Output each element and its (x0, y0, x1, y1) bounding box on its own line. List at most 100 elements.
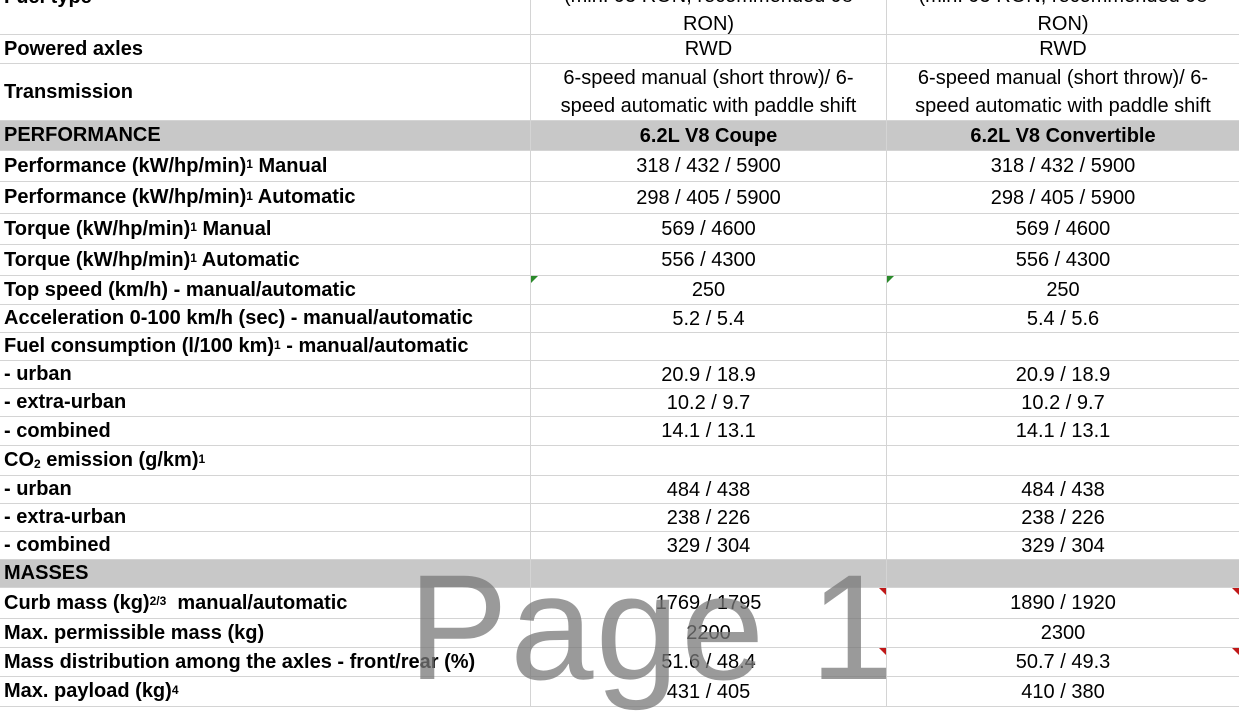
convertible-cell[interactable]: (min. 95 RON, recommended 98 RON) (887, 0, 1239, 34)
table-row-curb-mass[interactable]: Curb mass (kg) 2/3 manual/automatic 1769 … (0, 588, 1239, 619)
coupe-cell[interactable]: 5.2 / 5.4 (531, 305, 887, 332)
row-label[interactable]: Torque (kW/hp/min) 1 Automatic (0, 245, 531, 275)
coupe-cell[interactable]: 10.2 / 9.7 (531, 389, 887, 416)
table-row-performance-automatic[interactable]: Performance (kW/hp/min) 1 Automatic 298 /… (0, 182, 1239, 214)
row-label[interactable]: Top speed (km/h) - manual/automatic (0, 276, 531, 304)
section-label-text: PERFORMANCE (4, 124, 161, 146)
row-label[interactable]: Max. payload (kg) 4 (0, 677, 531, 706)
coupe-cell[interactable]: 51.6 / 48.4 (531, 648, 887, 676)
convertible-cell[interactable]: 410 / 380 (887, 677, 1239, 706)
convertible-cell[interactable] (887, 333, 1239, 360)
row-label[interactable]: Max. permissible mass (kg) (0, 619, 531, 647)
row-label[interactable]: Torque (kW/hp/min) 1 Manual (0, 214, 531, 244)
convertible-cell[interactable] (887, 446, 1239, 475)
spreadsheet: Fuel type (min. 95 RON, recommended 98 R… (0, 0, 1239, 707)
row-label[interactable]: Powered axles (0, 35, 531, 63)
section-label[interactable]: PERFORMANCE (0, 121, 531, 150)
table-row-top-speed[interactable]: Top speed (km/h) - manual/automatic 250 … (0, 276, 1239, 305)
convertible-cell[interactable]: 5.4 / 5.6 (887, 305, 1239, 332)
convertible-cell[interactable]: 318 / 432 / 5900 (887, 151, 1239, 181)
table-row-acceleration[interactable]: Acceleration 0-100 km/h (sec) - manual/a… (0, 305, 1239, 333)
table-row-fuel-extra-urban[interactable]: - extra-urban 10.2 / 9.7 10.2 / 9.7 (0, 389, 1239, 417)
coupe-cell[interactable]: (min. 95 RON, recommended 98 RON) (531, 0, 887, 34)
row-label[interactable]: Fuel type (0, 0, 531, 34)
coupe-cell[interactable]: 556 / 4300 (531, 245, 887, 275)
convertible-cell[interactable]: 484 / 438 (887, 476, 1239, 503)
row-label[interactable]: - combined (0, 532, 531, 559)
coupe-cell[interactable]: 14.1 / 13.1 (531, 417, 887, 445)
convertible-cell[interactable]: 2300 (887, 619, 1239, 647)
section-header-performance[interactable]: PERFORMANCE 6.2L V8 Coupe 6.2L V8 Conver… (0, 121, 1239, 151)
coupe-cell[interactable]: 298 / 405 / 5900 (531, 182, 887, 213)
comment-indicator-icon[interactable] (1232, 588, 1239, 595)
table-row-powered-axles[interactable]: Powered axles RWD RWD (0, 35, 1239, 64)
coupe-cell[interactable] (531, 446, 887, 475)
convertible-cell[interactable]: 10.2 / 9.7 (887, 389, 1239, 416)
convertible-cell[interactable] (887, 560, 1239, 587)
table-row-fuel-type[interactable]: Fuel type (min. 95 RON, recommended 98 R… (0, 0, 1239, 35)
convertible-cell[interactable]: 329 / 304 (887, 532, 1239, 559)
table-row-co2-urban[interactable]: - urban 484 / 438 484 / 438 (0, 476, 1239, 504)
row-label[interactable]: - extra-urban (0, 389, 531, 416)
row-label[interactable]: - urban (0, 476, 531, 503)
comment-indicator-icon[interactable] (879, 588, 886, 595)
coupe-column-header[interactable]: 6.2L V8 Coupe (531, 121, 887, 150)
coupe-cell[interactable]: 250 (531, 276, 887, 304)
coupe-cell[interactable]: 329 / 304 (531, 532, 887, 559)
table-row-max-permissible-mass[interactable]: Max. permissible mass (kg) 2200 2300 (0, 619, 1239, 648)
coupe-cell[interactable]: RWD (531, 35, 887, 63)
coupe-cell[interactable]: 20.9 / 18.9 (531, 361, 887, 388)
coupe-cell[interactable]: 318 / 432 / 5900 (531, 151, 887, 181)
row-label[interactable]: Mass distribution among the axles - fron… (0, 648, 531, 676)
row-label[interactable]: Performance (kW/hp/min) 1 Automatic (0, 182, 531, 213)
convertible-column-header[interactable]: 6.2L V8 Convertible (887, 121, 1239, 150)
table-row-fuel-urban[interactable]: - urban 20.9 / 18.9 20.9 / 18.9 (0, 361, 1239, 389)
comment-indicator-icon[interactable] (531, 276, 538, 283)
table-row-co2-emission[interactable]: CO 2 emission (g/km) 1 (0, 446, 1239, 476)
coupe-cell[interactable]: 238 / 226 (531, 504, 887, 531)
convertible-cell[interactable]: 20.9 / 18.9 (887, 361, 1239, 388)
coupe-cell[interactable]: 2200 (531, 619, 887, 647)
row-label[interactable]: CO 2 emission (g/km) 1 (0, 446, 531, 475)
convertible-cell[interactable]: 250 (887, 276, 1239, 304)
coupe-cell[interactable]: 6-speed manual (short throw)/ 6-speed au… (531, 64, 887, 120)
table-row-max-payload[interactable]: Max. payload (kg) 4 431 / 405 410 / 380 (0, 677, 1239, 707)
row-label[interactable]: Fuel consumption (l/100 km) 1 - manual/au… (0, 333, 531, 360)
table-row-co2-extra-urban[interactable]: - extra-urban 238 / 226 238 / 226 (0, 504, 1239, 532)
convertible-cell[interactable]: RWD (887, 35, 1239, 63)
row-label[interactable]: - combined (0, 417, 531, 445)
convertible-cell[interactable]: 238 / 226 (887, 504, 1239, 531)
section-header-masses[interactable]: MASSES (0, 560, 1239, 588)
convertible-cell[interactable]: 1890 / 1920 (887, 588, 1239, 618)
comment-indicator-icon[interactable] (887, 276, 894, 283)
row-label[interactable]: - urban (0, 361, 531, 388)
convertible-cell[interactable]: 569 / 4600 (887, 214, 1239, 244)
convertible-cell[interactable]: 6-speed manual (short throw)/ 6-speed au… (887, 64, 1239, 120)
table-row-transmission[interactable]: Transmission 6-speed manual (short throw… (0, 64, 1239, 121)
coupe-cell[interactable] (531, 560, 887, 587)
comment-indicator-icon[interactable] (879, 648, 886, 655)
coupe-cell[interactable] (531, 333, 887, 360)
table-row-torque-manual[interactable]: Torque (kW/hp/min) 1 Manual 569 / 4600 56… (0, 214, 1239, 245)
convertible-cell[interactable]: 14.1 / 13.1 (887, 417, 1239, 445)
row-label[interactable]: Acceleration 0-100 km/h (sec) - manual/a… (0, 305, 531, 332)
row-label[interactable]: Curb mass (kg) 2/3 manual/automatic (0, 588, 531, 618)
table-row-torque-automatic[interactable]: Torque (kW/hp/min) 1 Automatic 556 / 4300… (0, 245, 1239, 276)
section-label[interactable]: MASSES (0, 560, 531, 587)
convertible-cell[interactable]: 50.7 / 49.3 (887, 648, 1239, 676)
row-label[interactable]: Transmission (0, 64, 531, 120)
convertible-cell[interactable]: 298 / 405 / 5900 (887, 182, 1239, 213)
row-label[interactable]: - extra-urban (0, 504, 531, 531)
row-label[interactable]: Performance (kW/hp/min) 1 Manual (0, 151, 531, 181)
table-row-fuel-consumption[interactable]: Fuel consumption (l/100 km) 1 - manual/au… (0, 333, 1239, 361)
coupe-cell[interactable]: 431 / 405 (531, 677, 887, 706)
convertible-cell[interactable]: 556 / 4300 (887, 245, 1239, 275)
table-row-mass-distribution[interactable]: Mass distribution among the axles - fron… (0, 648, 1239, 677)
table-row-co2-combined[interactable]: - combined 329 / 304 329 / 304 (0, 532, 1239, 560)
coupe-cell[interactable]: 1769 / 1795 (531, 588, 887, 618)
table-row-fuel-combined[interactable]: - combined 14.1 / 13.1 14.1 / 13.1 (0, 417, 1239, 446)
coupe-cell[interactable]: 569 / 4600 (531, 214, 887, 244)
coupe-cell[interactable]: 484 / 438 (531, 476, 887, 503)
comment-indicator-icon[interactable] (1232, 648, 1239, 655)
table-row-performance-manual[interactable]: Performance (kW/hp/min) 1 Manual 318 / 43… (0, 151, 1239, 182)
